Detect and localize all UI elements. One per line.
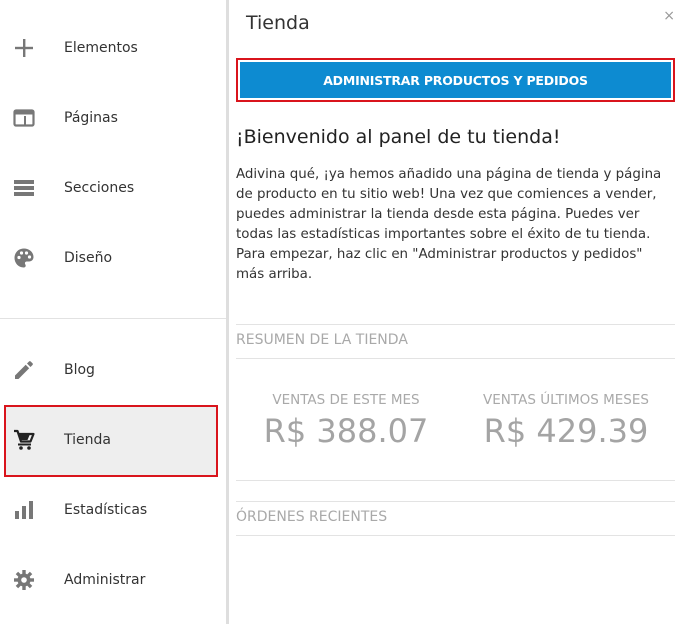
divider xyxy=(236,358,675,359)
stat-this-month: VENTAS DE ESTE MES R$ 388.07 xyxy=(236,392,456,450)
sidebar-item-paginas[interactable]: Páginas xyxy=(0,83,226,153)
sidebar-item-diseno[interactable]: Diseño xyxy=(0,223,226,293)
panel-title: Tienda xyxy=(246,12,310,34)
sidebar-item-label: Tienda xyxy=(64,432,111,448)
divider xyxy=(236,480,675,481)
sidebar-item-label: Administrar xyxy=(64,572,146,588)
recent-orders-title: ÓRDENES RECIENTES xyxy=(236,509,388,525)
cart-icon xyxy=(12,428,36,452)
palette-icon xyxy=(12,246,36,270)
browser-window-icon xyxy=(12,106,36,130)
sidebar-item-estadisticas[interactable]: Estadísticas xyxy=(0,475,226,545)
gear-icon xyxy=(12,568,36,592)
sidebar-item-label: Blog xyxy=(64,362,95,378)
sidebar: Elementos Páginas Secciones Diseño Blog … xyxy=(0,0,226,624)
store-summary-title: RESUMEN DE LA TIENDA xyxy=(236,332,408,348)
divider xyxy=(236,324,675,325)
stat-value: R$ 429.39 xyxy=(483,412,649,450)
pencil-icon xyxy=(12,358,36,382)
sidebar-item-label: Estadísticas xyxy=(64,502,148,518)
plus-icon xyxy=(12,36,36,60)
sidebar-item-label: Diseño xyxy=(64,250,113,266)
sidebar-item-secciones[interactable]: Secciones xyxy=(0,153,226,223)
cta-highlight: ADMINISTRAR PRODUCTOS Y PEDIDOS xyxy=(236,58,675,102)
stat-label: VENTAS DE ESTE MES xyxy=(272,392,420,408)
sidebar-item-elementos[interactable]: Elementos xyxy=(0,13,226,83)
stat-value: R$ 388.07 xyxy=(263,412,429,450)
sidebar-item-label: Elementos xyxy=(64,40,138,56)
stat-label: VENTAS ÚLTIMOS MESES xyxy=(483,392,649,408)
bar-chart-icon xyxy=(12,498,36,522)
close-icon[interactable]: × xyxy=(663,8,675,24)
divider xyxy=(236,535,675,536)
manage-products-orders-button[interactable]: ADMINISTRAR PRODUCTOS Y PEDIDOS xyxy=(240,62,671,98)
store-panel: Tienda × ADMINISTRAR PRODUCTOS Y PEDIDOS… xyxy=(229,0,685,624)
stat-last-months: VENTAS ÚLTIMOS MESES R$ 429.39 xyxy=(456,392,676,450)
sections-icon xyxy=(12,176,36,200)
intro-text: Adivina qué, ¡ya hemos añadido una págin… xyxy=(236,167,662,282)
sidebar-item-administrar[interactable]: Administrar xyxy=(0,545,226,615)
sidebar-divider xyxy=(0,318,226,319)
sidebar-item-tienda[interactable]: Tienda xyxy=(0,405,226,475)
sidebar-item-blog[interactable]: Blog xyxy=(0,335,226,405)
divider xyxy=(236,501,675,502)
sidebar-item-label: Páginas xyxy=(64,110,118,126)
welcome-heading: ¡Bienvenido al panel de tu tienda! xyxy=(236,126,561,148)
sidebar-item-label: Secciones xyxy=(64,180,135,196)
